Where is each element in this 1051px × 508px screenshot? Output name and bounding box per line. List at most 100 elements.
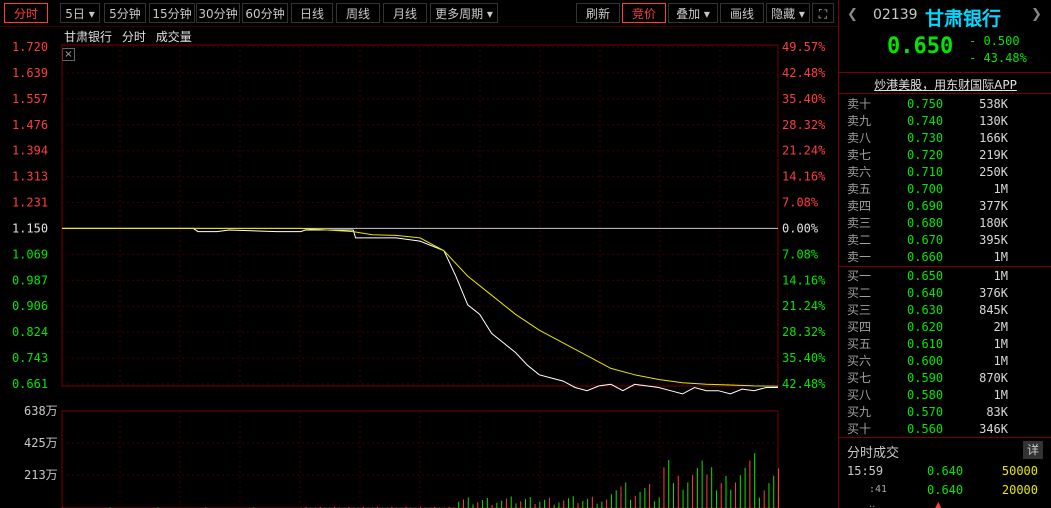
volume-bar [653, 501, 655, 508]
volume-tick-label: 213万 [24, 468, 58, 482]
bid-volume: 346K [979, 422, 1008, 436]
pct-tick-label: 35.40% [782, 351, 826, 365]
tab-weekly[interactable]: 周线 [336, 3, 380, 23]
bid-row[interactable]: 买二 0.640 376K [839, 285, 1051, 302]
volume-bar [649, 483, 651, 508]
prev-stock-icon[interactable]: ❮ [847, 7, 859, 23]
volume-bar [610, 494, 612, 508]
volume-bar [591, 496, 593, 508]
bid-row[interactable]: 买九 0.570 83K [839, 404, 1051, 421]
bid-row[interactable]: 买一 0.650 1M [839, 268, 1051, 285]
bid-row[interactable]: 买八 0.580 1M [839, 387, 1051, 404]
tab-intraday[interactable]: 分时 [4, 3, 48, 23]
bid-row[interactable]: 买十 0.560 346K [839, 421, 1051, 438]
more-periods-dropdown[interactable]: 更多周期 ▾ [430, 3, 498, 23]
ask-price: 0.740 [907, 114, 944, 128]
trades-detail-button[interactable]: 详 [1023, 441, 1043, 459]
hide-dropdown[interactable]: 隐藏 ▾ [766, 3, 810, 23]
ask-row[interactable]: 卖六 0.710 250K [839, 164, 1051, 181]
fullscreen-icon[interactable]: ⛶ [812, 3, 834, 23]
ask-price: 0.730 [907, 131, 944, 145]
ask-volume: 377K [979, 199, 1008, 213]
volume-bar [773, 475, 775, 508]
price-tick-label: 1.557 [12, 92, 48, 106]
ask-row[interactable]: 卖七 0.720 219K [839, 147, 1051, 164]
auction-button[interactable]: 竞价 [622, 3, 666, 23]
tab-monthly[interactable]: 月线 [383, 3, 427, 23]
tab-5day[interactable]: 5日 ▾ [60, 3, 100, 23]
volume-bar [625, 482, 627, 508]
bid-price: 0.630 [907, 303, 944, 317]
draw-button[interactable]: 画线 [720, 3, 764, 23]
volume-bar [553, 504, 555, 508]
pct-tick-label: 7.08% [782, 247, 819, 261]
tab-60min[interactable]: 60分钟 [242, 3, 288, 23]
ask-level-label: 卖九 [847, 114, 872, 128]
volume-tick-label: 638万 [24, 404, 58, 418]
trades-title: 分时成交 [847, 446, 900, 461]
volume-bar [620, 486, 622, 508]
bid-volume: 1M [993, 388, 1008, 402]
ask-row[interactable]: 卖一 0.660 1M [839, 249, 1051, 266]
ask-volume: 538K [979, 97, 1008, 111]
ask-volume: 180K [979, 216, 1008, 230]
volume-bar [739, 475, 741, 508]
overlay-dropdown[interactable]: 叠加 ▾ [668, 3, 718, 23]
volume-bar [672, 483, 674, 508]
volume-bar [735, 482, 737, 508]
ask-row[interactable]: 卖二 0.670 395K [839, 232, 1051, 249]
volume-bar [706, 474, 708, 508]
tab-daily[interactable]: 日线 [291, 3, 333, 23]
tab-30min[interactable]: 30分钟 [196, 3, 240, 23]
volume-bar [458, 501, 460, 508]
stock-code: 02139 [873, 7, 918, 23]
volume-pane-border [61, 410, 779, 508]
ask-row[interactable]: 卖九 0.740 130K [839, 113, 1051, 130]
intraday-chart-svg: 1.720 49.57% 1.639 42.48% 1.557 35.40% 1.476 28… [12, 40, 826, 508]
bid-row[interactable]: 买七 0.590 870K [839, 370, 1051, 387]
bid-price: 0.640 [907, 286, 944, 300]
volume-bar [768, 483, 770, 508]
bid-row[interactable]: 买六 0.600 1M [839, 353, 1051, 370]
ask-level-label: 卖五 [847, 182, 872, 196]
ask-level-label: 卖十 [847, 97, 872, 111]
period-toolbar: 分时 5日 ▾ 5分钟 15分钟 30分钟 60分钟 日线 周线 月线 更多周期… [0, 0, 838, 27]
ask-row[interactable]: 卖四 0.690 377K [839, 198, 1051, 215]
pct-tick-label: 14.16% [782, 170, 826, 184]
price-tick-label: 1.394 [12, 144, 48, 158]
bid-row[interactable]: 买四 0.620 2M [839, 319, 1051, 336]
bid-price: 0.620 [907, 320, 944, 334]
volume-bar [701, 460, 703, 508]
bid-price: 0.600 [907, 354, 944, 368]
next-stock-icon[interactable]: ❯ [1031, 7, 1042, 22]
bid-volume: 2M [993, 320, 1008, 334]
tab-5min[interactable]: 5分钟 [104, 3, 146, 23]
volume-bar [677, 475, 679, 508]
ask-volume: 1M [993, 182, 1008, 196]
ask-price: 0.700 [907, 182, 944, 196]
volume-bar [534, 504, 536, 508]
volume-bar [486, 497, 488, 508]
price-tick-label: 1.231 [12, 196, 48, 210]
volume-bar [601, 501, 603, 508]
ask-row[interactable]: 卖五 0.700 1M [839, 181, 1051, 198]
bid-row[interactable]: 买三 0.630 845K [839, 302, 1051, 319]
promo-link[interactable]: 炒港美股，用东财国际APP [839, 76, 1051, 93]
ask-price: 0.670 [907, 233, 944, 247]
volume-bar [682, 489, 684, 508]
ask-row[interactable]: 卖八 0.730 166K [839, 130, 1051, 147]
volume-bar [520, 501, 522, 508]
ask-row[interactable]: 卖十 0.750 538K [839, 96, 1051, 113]
refresh-button[interactable]: 刷新 [576, 3, 620, 23]
price-tick-label: 1.639 [12, 66, 48, 80]
volume-bar [615, 490, 617, 508]
price-change: - 0.500 [969, 34, 1020, 48]
pct-tick-label: 0.00% [782, 221, 819, 235]
bid-row[interactable]: 买五 0.610 1M [839, 336, 1051, 353]
volume-bar [563, 500, 565, 508]
ask-price: 0.660 [907, 250, 944, 264]
tab-15min[interactable]: 15分钟 [149, 3, 195, 23]
ask-row[interactable]: 卖三 0.680 180K [839, 215, 1051, 232]
trade-row: 15:59 0.640 50000 [839, 462, 1051, 480]
trades-row-partial: .. ▲ [869, 499, 943, 508]
